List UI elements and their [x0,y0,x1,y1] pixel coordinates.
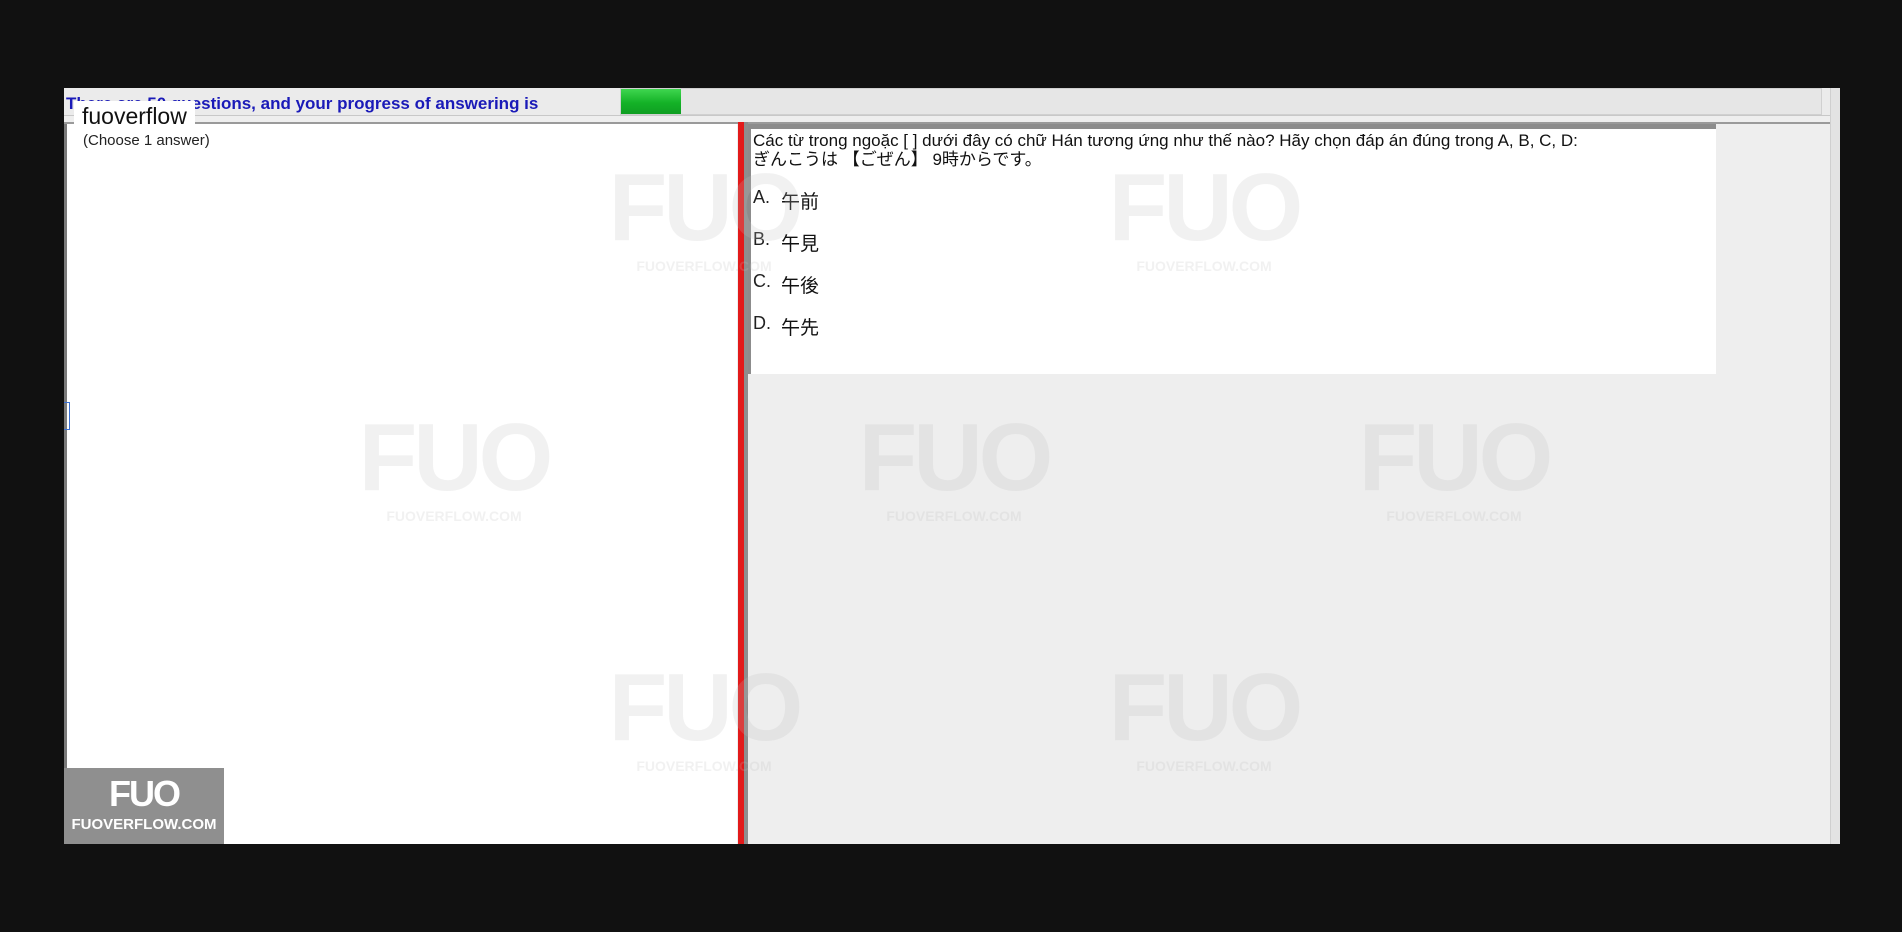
answer-text: 午後 [781,276,820,297]
answer-text: 午先 [781,318,820,339]
question-prompt: Các từ trong ngoặc [ ] dưới đây có chữ H… [753,131,1578,150]
watermark-mark: FUO [1358,404,1554,511]
answer-list: A. 午前 B. 午見 C. 午後 D. 午先 [753,187,819,355]
answer-option-d[interactable]: D. 午先 [753,313,819,355]
window-right-edge [1830,88,1840,844]
answer-letter: A. [753,187,771,207]
watermark: FUO FUOVERFLOW.COM [854,404,1054,525]
question-panel: Các từ trong ngoặc [ ] dưới đây có chữ H… [748,124,1716,374]
watermark-mark: FUO [1108,654,1304,761]
answer-pane[interactable]: (Choose 1 answer) [64,124,737,844]
answer-letter: D. [753,313,771,333]
fuoverflow-logo: FUO FUOVERFLOW.COM [64,768,224,844]
answer-text: 午見 [781,234,820,255]
progress-fill [621,89,681,114]
question-sentence: ぎんこうは 【ごぜん】 9時からです。 [753,150,1042,169]
answer-letter: B. [753,229,771,249]
answer-text: 午前 [781,192,820,213]
progress-track [620,88,1822,115]
watermark-mark: FUO [858,404,1054,511]
logo-site: FUOVERFLOW.COM [71,816,217,833]
question-text: Các từ trong ngoặc [ ] dưới đây có chữ H… [753,131,1693,169]
answer-option-c[interactable]: C. 午後 [753,271,819,313]
logo-mark: FUO [109,773,181,814]
answer-letter: C. [753,271,771,291]
progress-header: There are 50 questions, and your progres… [64,88,1840,116]
watermark-site: FUOVERFLOW.COM [886,508,1022,524]
watermark-site: FUOVERFLOW.COM [1386,508,1522,524]
watermark-site: FUOVERFLOW.COM [1136,758,1272,774]
watermark: FUO FUOVERFLOW.COM [1104,654,1304,775]
answer-option-a[interactable]: A. 午前 [753,187,819,229]
choose-hint: (Choose 1 answer) [83,132,210,149]
answer-option-b[interactable]: B. 午見 [753,229,819,271]
watermark: FUO FUOVERFLOW.COM [1354,404,1554,525]
brand-label: fuoverflow [74,101,195,132]
exam-window: There are 50 questions, and your progres… [64,88,1840,844]
side-handle[interactable] [64,402,70,430]
